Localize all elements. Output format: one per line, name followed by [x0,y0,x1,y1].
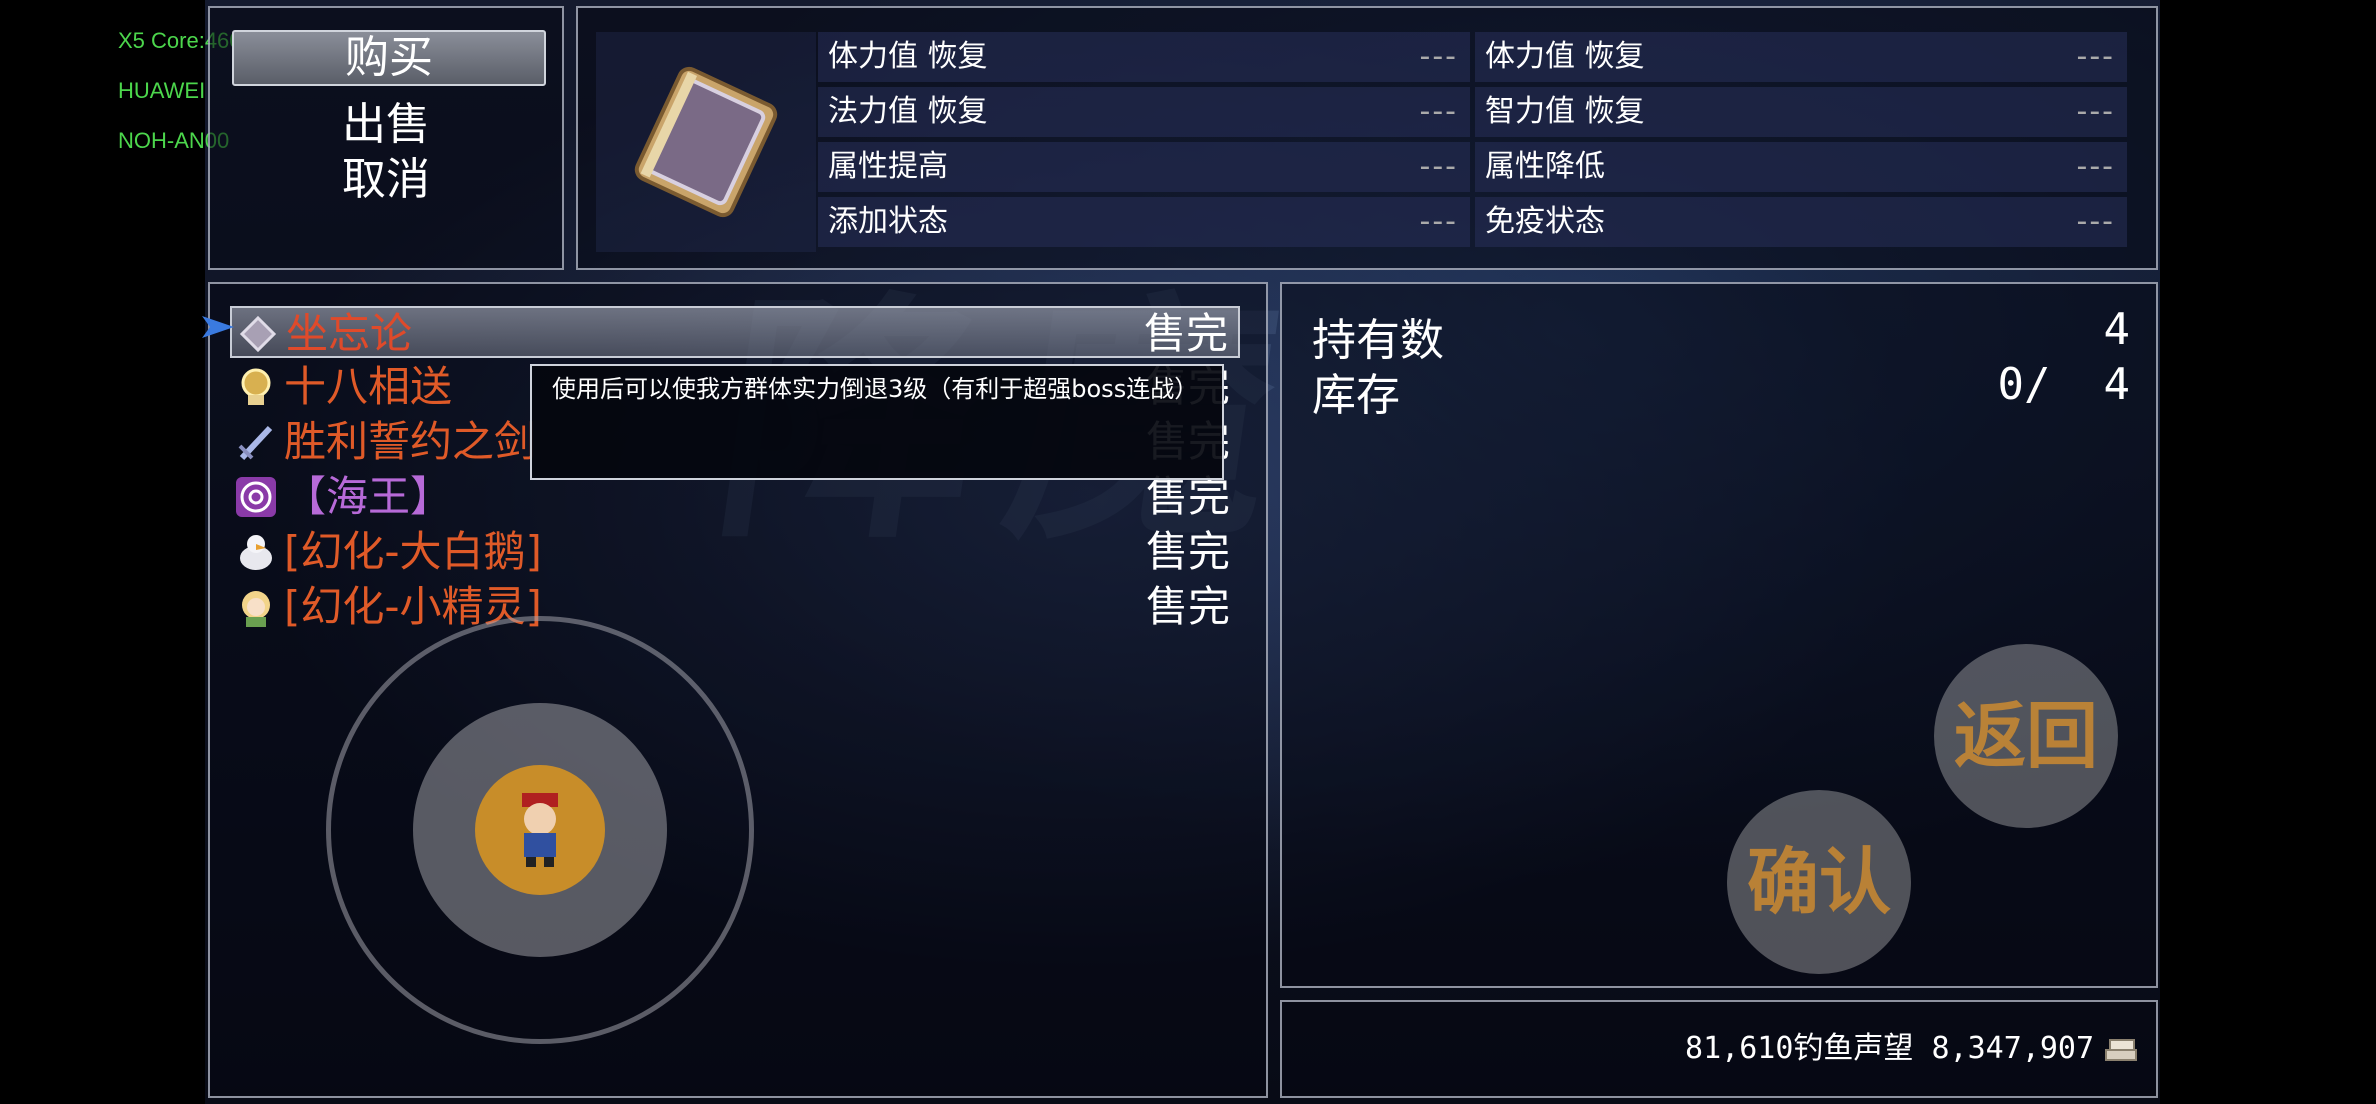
sword-icon [238,425,273,461]
stat-value: --- [1419,204,1458,239]
book-icon [634,66,778,218]
stat-row: 添加状态 --- [818,197,1470,247]
stat-row: 属性提高 --- [818,142,1470,192]
stat-label: 添加状态 [828,204,948,239]
stat-value: --- [2076,94,2115,129]
stat-label: 属性提高 [828,149,948,184]
list-item[interactable]: [幻化-大白鹅] 售完 [230,526,1240,578]
stat-value: --- [2076,149,2115,184]
item-name: 胜利誓约之剑 [284,417,537,466]
stat-value: --- [1419,149,1458,184]
elf-icon [242,591,270,627]
stat-row: 体力值 恢复 --- [1475,32,2127,82]
item-preview [596,32,816,252]
command-window: 购买 出售 取消 [208,6,564,270]
list-item[interactable]: 坐忘论 售完 [230,306,1240,358]
item-price: 售完 [1145,527,1230,576]
stat-label: 属性降低 [1485,149,1605,184]
currency-text: 81,610钓鱼声望 8,347,907 [1685,1031,2094,1066]
possession-window: 持有数 4 库存 0/ 4 [1280,282,2158,988]
stat-value: --- [2076,39,2115,74]
stat-row: 属性降低 --- [1475,142,2127,192]
item-name: [幻化-大白鹅] [284,527,542,576]
buy-command[interactable]: 购买 [232,30,546,86]
stock-value: 0/ 4 [1997,359,2130,410]
cursor-arrow-icon [202,316,234,338]
stat-value: --- [1419,94,1458,129]
confirm-button-label: 确认 [1746,840,1891,924]
item-name: 坐忘论 [286,309,413,358]
held-value: 4 [2103,304,2131,355]
item-name: 十八相送 [284,362,453,411]
stat-row: 体力值 恢复 --- [818,32,1470,82]
stat-label: 体力值 恢复 [1485,39,1645,74]
goose-icon [240,535,272,570]
stat-label: 法力值 恢复 [828,94,988,129]
stock-label: 库存 [1312,370,1400,421]
back-button-label: 返回 [1953,694,2098,778]
diamond-icon [239,315,277,353]
debug-brand: HUAWEI [118,78,206,103]
back-button[interactable]: 返回 [1934,644,2118,828]
target-icon [236,477,276,517]
stat-row: 智力值 恢复 --- [1475,87,2127,137]
cancel-command[interactable]: 取消 [210,143,562,207]
stat-value: --- [1419,39,1458,74]
medal-icon [241,368,271,405]
stat-row: 法力值 恢复 --- [818,87,1470,137]
item-status-window: 体力值 恢复 --- 体力值 恢复 --- 法力值 恢复 --- 智力值 恢复 --- … [576,6,2158,270]
item-description-tooltip: 使用后可以使我方群体实力倒退3级（有利于超强boss连战） [530,364,1224,480]
item-name: 【海王】 [284,472,453,521]
confirm-button[interactable]: 确认 [1727,790,1911,974]
stat-value: --- [2076,204,2115,239]
coin-stack-icon [2105,1039,2137,1061]
currency-window: 81,610钓鱼声望 8,347,907 [1280,1000,2158,1098]
stat-label: 体力值 恢复 [828,39,988,74]
item-price: 售完 [1143,309,1228,358]
list-item[interactable]: [幻化-小精灵] 售完 [230,581,1240,633]
stat-row: 免疫状态 --- [1475,197,2127,247]
player-avatar-icon [522,793,558,867]
item-price: 售完 [1145,582,1230,631]
stat-label: 智力值 恢复 [1485,94,1645,129]
stat-label: 免疫状态 [1485,204,1605,239]
